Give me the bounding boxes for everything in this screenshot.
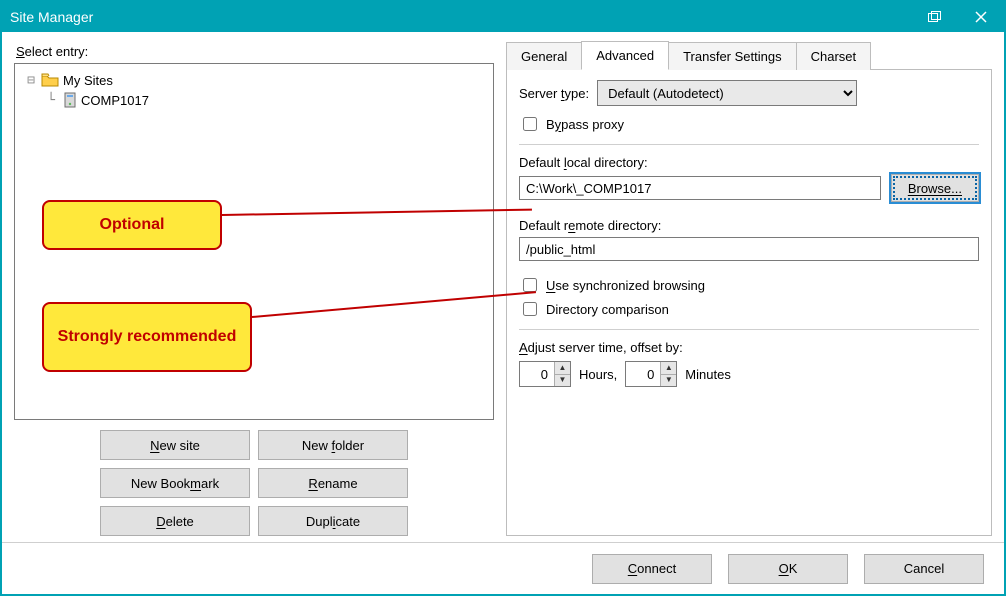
tabstrip: General Advanced Transfer Settings Chars…	[506, 40, 992, 70]
hours-down-icon[interactable]: ▼	[555, 375, 570, 387]
hours-up-icon[interactable]: ▲	[555, 362, 570, 375]
hours-input[interactable]	[520, 362, 554, 386]
tree-root-label: My Sites	[63, 73, 113, 88]
local-dir-label: Default local directory:	[519, 155, 979, 170]
right-pane: General Advanced Transfer Settings Chars…	[506, 40, 992, 536]
tree-child[interactable]: └ COMP1017	[21, 90, 487, 110]
tab-transfer[interactable]: Transfer Settings	[668, 42, 797, 70]
tab-body-advanced: Server type: Default (Autodetect) Bypass…	[506, 70, 992, 536]
titlebar: Site Manager	[2, 2, 1004, 32]
close-icon[interactable]	[958, 2, 1004, 32]
bypass-proxy-checkbox[interactable]	[523, 117, 537, 131]
callout-strongly: Strongly recommended	[42, 302, 252, 372]
tab-charset[interactable]: Charset	[796, 42, 872, 70]
remote-dir-label: Default remote directory:	[519, 218, 979, 233]
left-pane: Select entry: ⊟ My Sites └ COMP1017 New …	[14, 40, 494, 536]
dir-compare-checkbox[interactable]	[523, 302, 537, 316]
tree-connector: └	[41, 93, 61, 108]
sync-browsing-checkbox[interactable]	[523, 278, 537, 292]
server-type-label: Server type:	[519, 86, 589, 101]
minutes-spinner[interactable]: ▲▼	[625, 361, 677, 387]
minutes-down-icon[interactable]: ▼	[661, 375, 676, 387]
tree-root[interactable]: ⊟ My Sites	[21, 70, 487, 90]
new-folder-button[interactable]: New folder	[258, 430, 408, 460]
hours-spinner[interactable]: ▲▼	[519, 361, 571, 387]
hours-label: Hours,	[579, 367, 617, 382]
server-icon	[63, 92, 77, 108]
new-bookmark-button[interactable]: New Bookmark	[100, 468, 250, 498]
rename-button[interactable]: Rename	[258, 468, 408, 498]
ok-button[interactable]: OK	[728, 554, 848, 584]
folder-icon	[41, 73, 59, 87]
cancel-button[interactable]: Cancel	[864, 554, 984, 584]
browse-button[interactable]: Browse...	[891, 174, 979, 202]
remote-dir-input[interactable]	[519, 237, 979, 261]
window-title: Site Manager	[10, 9, 93, 25]
sync-browsing-label: Use synchronized browsing	[546, 278, 705, 293]
connect-button[interactable]: Connect	[592, 554, 712, 584]
minutes-up-icon[interactable]: ▲	[661, 362, 676, 375]
adjust-time-label: Adjust server time, offset by:	[519, 340, 979, 355]
minutes-label: Minutes	[685, 367, 731, 382]
tab-advanced[interactable]: Advanced	[581, 41, 669, 70]
local-dir-input[interactable]	[519, 176, 881, 200]
tab-general[interactable]: General	[506, 42, 582, 70]
tree-collapse-icon[interactable]: ⊟	[21, 73, 41, 88]
delete-button[interactable]: Delete	[100, 506, 250, 536]
divider	[519, 144, 979, 145]
site-buttons: New site New folder New Bookmark Rename …	[14, 430, 494, 536]
tree-child-label: COMP1017	[81, 93, 149, 108]
select-entry-label: Select entry:	[16, 44, 494, 59]
divider	[519, 329, 979, 330]
duplicate-button[interactable]: Duplicate	[258, 506, 408, 536]
server-type-select[interactable]: Default (Autodetect)	[597, 80, 857, 106]
dir-compare-label: Directory comparison	[546, 302, 669, 317]
new-site-button[interactable]: New site	[100, 430, 250, 460]
dialog-footer: Connect OK Cancel	[2, 542, 1004, 594]
callout-optional: Optional	[42, 200, 222, 250]
maximize-icon[interactable]	[912, 2, 958, 32]
minutes-input[interactable]	[626, 362, 660, 386]
bypass-proxy-label: Bypass proxy	[546, 117, 624, 132]
